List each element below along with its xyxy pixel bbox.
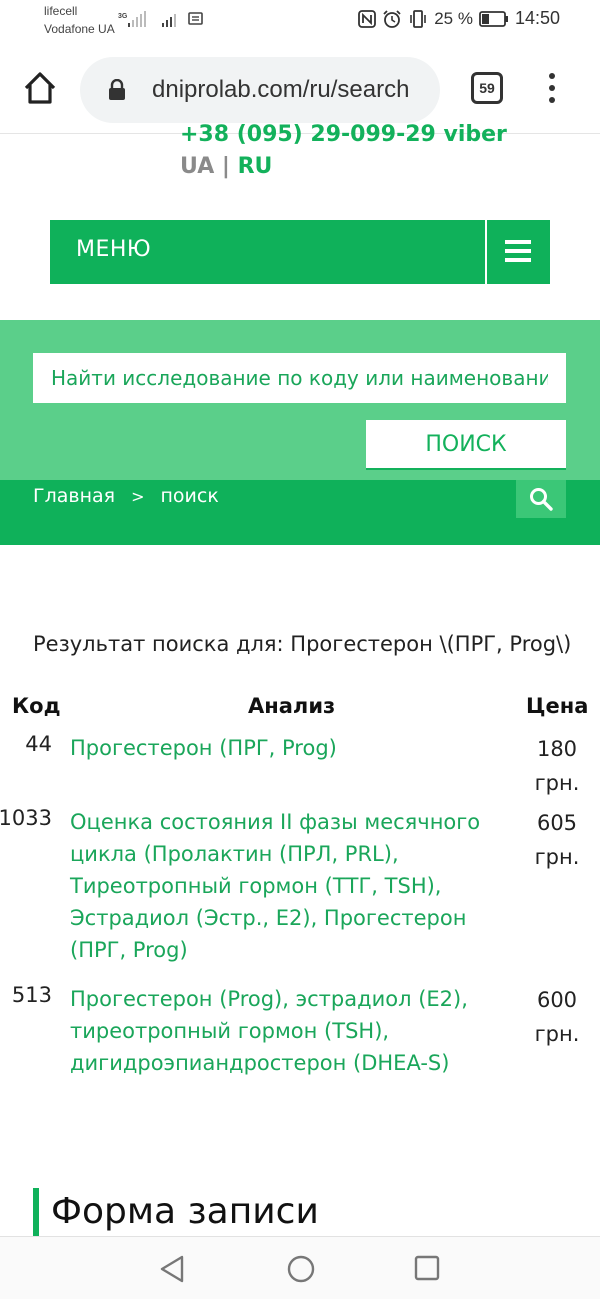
breadcrumb: Главная > поиск — [33, 485, 219, 507]
column-header-name: Анализ — [248, 694, 336, 718]
carrier-2-label: Vodafone UA — [44, 22, 115, 36]
system-navigation-bar — [0, 1236, 600, 1299]
lock-icon — [109, 79, 125, 100]
url-text: dniprolab.com/ru/search — [152, 76, 410, 103]
search-toggle-button[interactable] — [516, 480, 566, 518]
menu-divider — [485, 220, 487, 284]
battery-percent: 25 % — [434, 8, 473, 28]
alarm-icon — [383, 9, 401, 28]
lang-ru-link[interactable]: RU — [238, 154, 273, 179]
network-label: 3G — [118, 13, 128, 20]
more-options-icon[interactable] — [540, 70, 564, 106]
row-price: 605 грн. — [534, 811, 580, 869]
row-code: 1033 — [0, 806, 52, 830]
search-result-heading: Результат поиска для: Прогестерон \(ПРГ,… — [33, 632, 572, 656]
home-circle-icon[interactable] — [286, 1254, 316, 1284]
vibrate-icon — [410, 9, 427, 28]
browser-toolbar: dniprolab.com/ru/search 59 — [0, 44, 600, 134]
column-header-price: Цена — [526, 694, 589, 718]
lang-ua-link[interactable]: UA — [180, 154, 214, 179]
breadcrumb-bar: Главная > поиск — [0, 480, 600, 545]
row-code: 513 — [11, 983, 52, 1007]
phone-number[interactable]: +38 (095) 29-099-29 viber — [180, 122, 507, 147]
tab-switcher-button[interactable]: 59 — [471, 72, 503, 104]
carrier-1-label: lifecell — [44, 4, 78, 18]
address-bar[interactable]: dniprolab.com/ru/search — [80, 57, 440, 123]
battery-icon — [479, 10, 508, 27]
breadcrumb-current: поиск — [160, 485, 219, 507]
message-icon — [188, 12, 203, 25]
search-icon — [530, 488, 553, 511]
search-button[interactable]: ПОИСК — [366, 420, 566, 470]
menu-bar[interactable]: МЕНЮ — [50, 220, 550, 284]
language-switcher: UA | RU — [180, 154, 272, 179]
breadcrumb-home-link[interactable]: Главная — [33, 485, 115, 507]
row-price: 600 грн. — [534, 988, 580, 1046]
column-header-code: Код — [12, 694, 61, 718]
search-input[interactable] — [33, 353, 566, 403]
hamburger-menu-icon[interactable] — [505, 240, 531, 262]
row-analysis-link[interactable]: Прогестерон (ПРГ, Prog) — [70, 732, 520, 764]
status-right-group: 25 % 14:50 — [358, 8, 560, 29]
nfc-icon — [358, 9, 377, 28]
recent-apps-icon[interactable] — [414, 1255, 440, 1281]
clock: 14:50 — [514, 8, 560, 28]
signal-icon — [162, 14, 176, 27]
status-bar: lifecell Vodafone UA 3G 25 % 14:50 — [0, 0, 600, 44]
lang-separator: | — [221, 154, 230, 179]
search-section: ПОИСК — [0, 320, 600, 480]
row-analysis-link[interactable]: Прогестерон (Prog), эстрадиол (E2), тире… — [70, 983, 520, 1079]
row-price: 180 грн. — [534, 737, 580, 795]
menu-label: МЕНЮ — [76, 237, 152, 262]
booking-form-title: Форма записи — [33, 1188, 319, 1236]
breadcrumb-separator: > — [131, 487, 145, 506]
home-icon[interactable] — [22, 70, 58, 106]
back-icon[interactable] — [158, 1254, 186, 1284]
row-analysis-link[interactable]: Оценка состояния II фазы месячного цикла… — [70, 806, 520, 966]
row-code: 44 — [25, 732, 52, 756]
signal-3g-icon: 3G — [118, 11, 146, 27]
